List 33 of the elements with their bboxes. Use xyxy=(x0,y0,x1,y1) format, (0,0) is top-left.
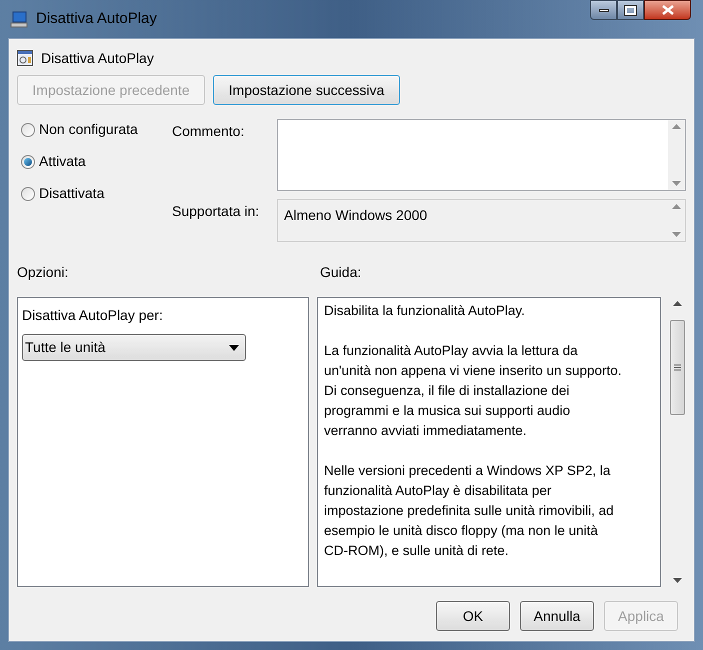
help-paragraph: Disabilita la funzionalità AutoPlay. xyxy=(324,302,526,320)
supported-field: Almeno Windows 2000 xyxy=(277,199,686,242)
options-label: Opzioni: xyxy=(17,263,70,282)
scroll-down-icon[interactable] xyxy=(673,578,682,583)
computer-icon xyxy=(10,10,28,28)
radio-option[interactable]: Disattivata xyxy=(21,183,172,204)
radio-option[interactable]: Non configurata xyxy=(21,119,172,140)
help-label: Guida: xyxy=(320,263,362,282)
setting-title: Disattiva AutoPlay xyxy=(41,48,154,68)
close-icon[interactable] xyxy=(662,5,674,15)
help-paragraph: Nelle versioni precedenti a Windows XP SP2, la funzionalità AutoPlay è disabilitata per impostazione predefinita sulle unità rimovibili, ad esempio le unità disco floppy (ma non le unità CD-ROM), e sulle unità di rete. xyxy=(324,462,615,560)
radio-option[interactable]: Attivata xyxy=(21,151,172,172)
minimize-button[interactable] xyxy=(590,0,617,20)
next-setting-button[interactable]: Impostazione successiva xyxy=(213,75,400,105)
help-paragraph: La funzionalità AutoPlay avvia la lettura da un'unità non appena vi viene inserito un supporto. Di conseguenza, il file di installazione dei programmi e la musica sui supporti audio verranno avviati immediatamente. xyxy=(324,342,623,440)
grip-icon xyxy=(674,364,682,370)
close-button[interactable] xyxy=(644,0,691,20)
maximize-button[interactable] xyxy=(617,0,644,20)
scroll-up-icon[interactable] xyxy=(673,301,682,306)
radio-button[interactable] xyxy=(21,122,35,136)
dropdown[interactable]: Tutte le unità xyxy=(22,334,246,361)
comment-label: Commento: xyxy=(172,122,246,141)
supported-label: Supportata in: xyxy=(172,202,260,221)
comment-field[interactable] xyxy=(277,119,686,191)
radio-button[interactable] xyxy=(21,154,35,168)
window-title: Disattiva AutoPlay xyxy=(36,8,157,29)
dialog-button[interactable]: OK xyxy=(436,601,510,631)
radio-button[interactable] xyxy=(21,186,35,200)
dropdown-arrow-icon[interactable] xyxy=(229,344,239,350)
scroll-thumb[interactable] xyxy=(670,320,686,414)
dropdown-label: Disattiva AutoPlay per: xyxy=(22,307,163,323)
settings-icon xyxy=(17,50,33,66)
dialog-button[interactable]: Annulla xyxy=(520,601,594,631)
